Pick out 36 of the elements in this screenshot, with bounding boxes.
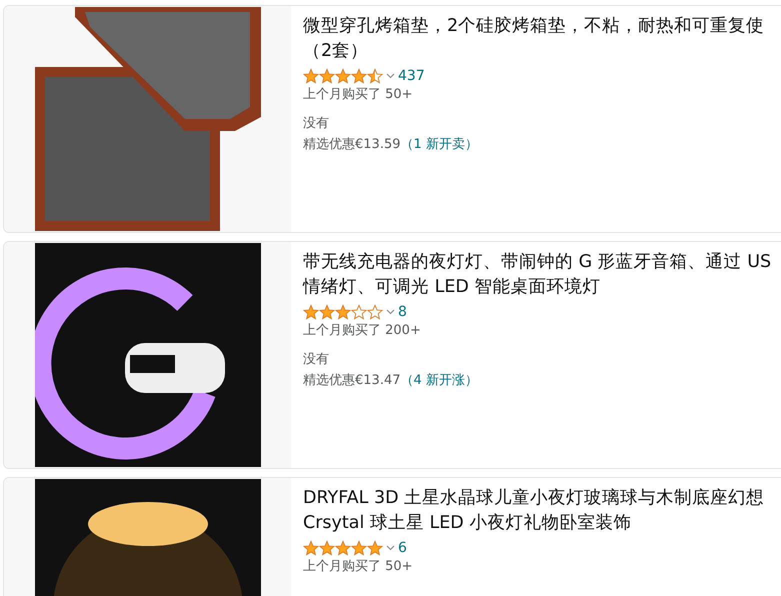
star-icon <box>367 68 383 84</box>
availability-text: 没有 <box>303 351 330 369</box>
star-icon <box>367 304 383 320</box>
offers-link[interactable]: （4 新开涨） <box>400 373 478 388</box>
star-icon <box>367 540 383 556</box>
price-text: 精选优惠€13.59（1 新开卖） <box>303 136 479 154</box>
purchase-count: 上个月购买了 50+ <box>303 86 414 104</box>
star-icon <box>335 540 351 556</box>
caret-icon[interactable] <box>386 73 395 79</box>
star-icon <box>319 68 335 84</box>
price-text: 精选优惠€13.47（4 新开涨） <box>303 372 479 390</box>
star-icon <box>303 68 319 84</box>
review-count[interactable]: 437 <box>398 68 425 84</box>
star-icon <box>319 540 335 556</box>
product-title[interactable]: Crsytal 球土星 LED 小夜灯礼物卧室装饰 <box>303 511 764 536</box>
caret-icon[interactable] <box>386 545 395 551</box>
star-icon <box>319 304 335 320</box>
product-title[interactable]: DRYFAL 3D 土星水晶球儿童小夜灯玻璃球与木制底座幻想 <box>303 486 764 511</box>
product-title[interactable]: 情绪灯、可调光 LED 智能桌面环境灯 <box>303 275 772 300</box>
star-icon <box>335 304 351 320</box>
star-icon <box>335 68 351 84</box>
star-icon <box>351 540 367 556</box>
star-icon <box>303 304 319 320</box>
offers-link[interactable]: （1 新开卖） <box>400 137 478 152</box>
review-count[interactable]: 6 <box>398 540 407 556</box>
purchase-count: 上个月购买了 50+ <box>303 558 414 576</box>
review-count[interactable]: 8 <box>398 304 407 320</box>
star-icon <box>351 68 367 84</box>
purchase-count: 上个月购买了 200+ <box>303 322 422 340</box>
product-title[interactable]: 微型穿孔烤箱垫，2个硅胶烤箱垫，不粘，耐热和可重复使 <box>303 14 764 39</box>
availability-text: 没有 <box>303 115 330 133</box>
caret-icon[interactable] <box>386 309 395 315</box>
product-title[interactable]: （2套） <box>303 39 764 64</box>
star-icon <box>351 304 367 320</box>
star-icon <box>303 540 319 556</box>
product-title[interactable]: 带无线充电器的夜灯灯、带闹钟的 G 形蓝牙音箱、通过 US <box>303 250 772 275</box>
